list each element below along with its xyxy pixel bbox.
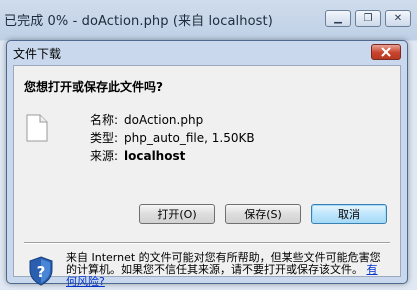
- file-name-value: doAction.php: [124, 113, 204, 127]
- file-source-row: 来源: localhost: [82, 147, 255, 165]
- file-source-value: localhost: [124, 149, 186, 163]
- file-download-dialog: 文件下载 您想打开或保存此文件吗? 名称: doAction.php 类型: p…: [6, 40, 408, 288]
- svg-text:?: ?: [37, 263, 46, 281]
- save-button[interactable]: 保存(S): [225, 204, 301, 224]
- file-icon: [26, 114, 48, 146]
- background-window-title: 已完成 0% - doAction.php (来自 localhost): [4, 14, 273, 29]
- restore-icon: ❐: [363, 12, 373, 24]
- dialog-buttons: 打开(O) 保存(S) 取消: [139, 204, 387, 224]
- file-source-label: 来源:: [89, 149, 118, 163]
- file-name-row: 名称: doAction.php: [82, 111, 255, 129]
- cancel-button[interactable]: 取消: [311, 204, 387, 224]
- dialog-body: 您想打开或保存此文件吗? 名称: doAction.php 类型: php_au…: [13, 65, 401, 288]
- file-type-value: php_auto_file, 1.50KB: [124, 131, 255, 145]
- background-window-controls: ▁ ❐ ✕: [325, 10, 411, 27]
- dialog-title: 文件下载: [13, 47, 62, 61]
- file-details: 名称: doAction.php 类型: php_auto_file, 1.50…: [82, 111, 255, 165]
- file-type-label: 类型:: [89, 131, 118, 145]
- security-warning-text: 来自 Internet 的文件可能对您有所帮助，但某些文件可能危害您的计算机。如…: [66, 251, 381, 276]
- divider: [24, 242, 390, 244]
- close-icon: [381, 47, 391, 57]
- restore-button[interactable]: ❐: [355, 10, 381, 27]
- open-button[interactable]: 打开(O): [139, 204, 215, 224]
- close-window-button[interactable]: ✕: [385, 10, 411, 27]
- security-warning: 来自 Internet 的文件可能对您有所帮助，但某些文件可能危害您的计算机。如…: [66, 252, 382, 288]
- download-question: 您想打开或保存此文件吗?: [24, 80, 163, 94]
- security-shield-icon: ?: [28, 256, 54, 290]
- dialog-titlebar[interactable]: 文件下载: [7, 41, 407, 63]
- minimize-button[interactable]: ▁: [325, 10, 351, 27]
- file-name-label: 名称:: [89, 113, 118, 127]
- dialog-close-button[interactable]: [371, 44, 401, 60]
- minimize-icon: ▁: [334, 12, 342, 24]
- close-icon: ✕: [393, 12, 403, 24]
- file-type-row: 类型: php_auto_file, 1.50KB: [82, 129, 255, 147]
